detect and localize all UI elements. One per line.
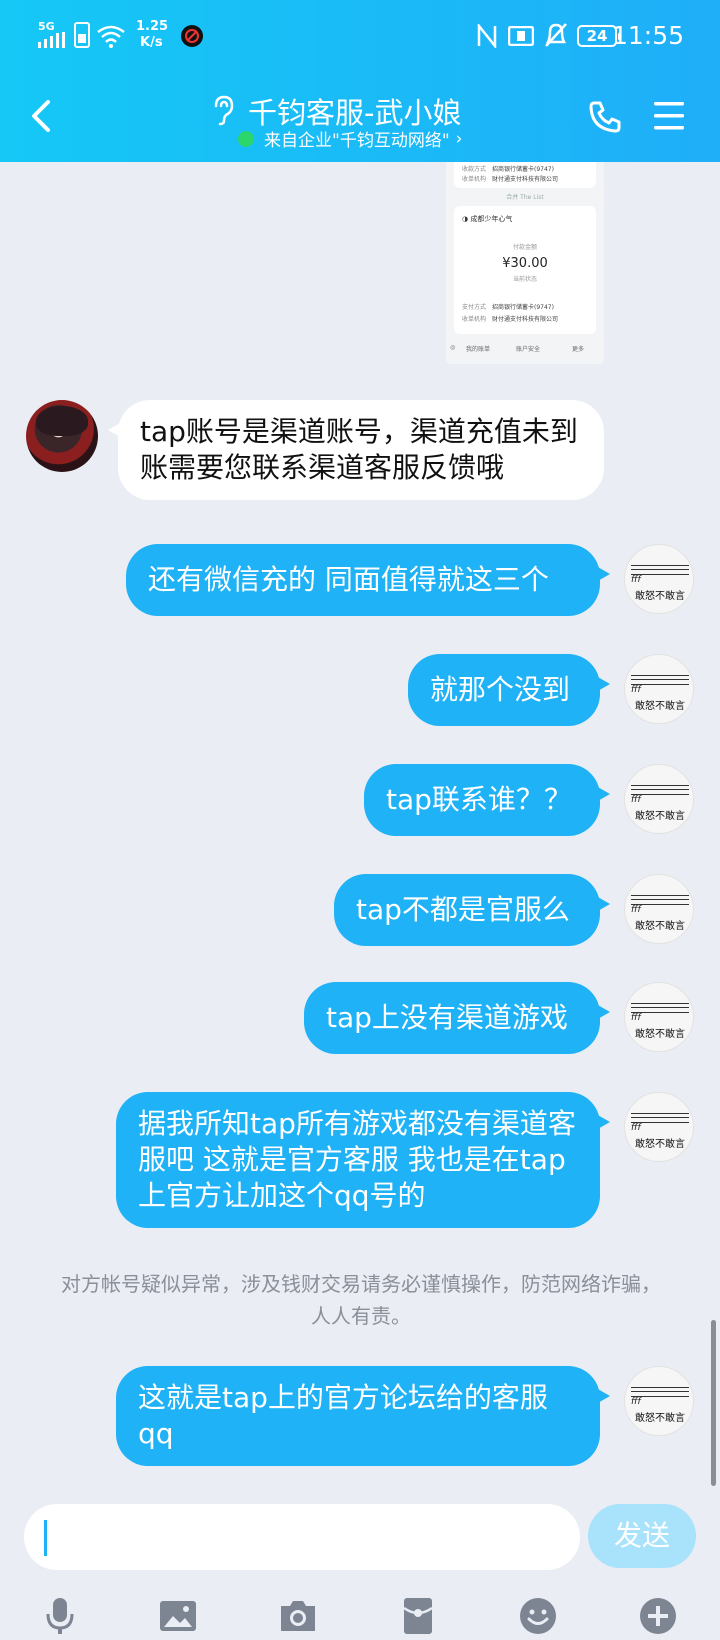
chevron-right-icon: › [455, 128, 463, 149]
red-packet-icon[interactable] [398, 1596, 438, 1636]
signal-icon [38, 32, 65, 48]
self-avatar[interactable]: fff 敢怒不敢言 [624, 874, 694, 944]
avatar-staff-lines [631, 1003, 689, 1013]
chat-scrollbar[interactable] [711, 1320, 716, 1486]
avatar-staff-lines [631, 675, 689, 685]
status-bar: 5G 1.25 K/s 24 11:55 [0, 0, 720, 70]
nfc-icon [477, 24, 497, 48]
camera-icon[interactable] [278, 1596, 318, 1636]
self-avatar[interactable]: fff 敢怒不敢言 [624, 544, 694, 614]
avatar-text: 敢怒不敢言 [635, 1413, 685, 1424]
avatar-staff-lines [631, 785, 689, 795]
outgoing-message-bubble[interactable]: 还有微信充的 同面值得就这三个 [126, 544, 610, 616]
receipt-paid-label: 付款金额 [512, 244, 537, 251]
text-caret [44, 1520, 47, 1556]
chat-header: 5G 1.25 K/s 24 11:55 千钧客服-武小娘 来自企业"千钧互动网… [0, 0, 720, 162]
outgoing-message-bubble[interactable]: tap上没有渠道游戏 [304, 982, 610, 1054]
emoji-icon[interactable] [518, 1596, 558, 1636]
receipt-amount: ¥30.00 [502, 256, 548, 271]
avatar-text: 敢怒不敢言 [635, 811, 685, 822]
receipt-top-section: 收款方式 招商银行储蓄卡(9747) 收单机构 财付通支付科技有限公司 [454, 162, 596, 188]
self-avatar[interactable]: fff 敢怒不敢言 [624, 654, 694, 724]
self-avatar[interactable]: fff 敢怒不敢言 [624, 982, 694, 1052]
ear-icon [214, 95, 234, 126]
phone-icon[interactable] [588, 100, 622, 134]
self-avatar[interactable]: fff 敢怒不敢言 [624, 1366, 694, 1436]
avatar-mark: fff [631, 1123, 641, 1133]
avatar-staff-lines [631, 565, 689, 575]
avatar-text: 敢怒不敢言 [635, 1139, 685, 1150]
online-status-dot [238, 130, 254, 147]
security-notice: 对方帐号疑似异常，涉及钱财交易请务必谨慎操作，防范网络诈骗，人人有责。 [61, 1272, 661, 1328]
enterprise-label: 来自企业"千钧互动网络" [264, 131, 450, 151]
outgoing-message-bubble[interactable]: 这就是tap上的官方论坛给的客服qq [116, 1366, 610, 1466]
avatar-text: 敢怒不敢言 [635, 1029, 685, 1040]
avatar-mark: fff [631, 905, 641, 915]
receipt-divider-text: 合并 The List [506, 194, 544, 201]
menu-icon[interactable] [652, 100, 686, 132]
outgoing-message-bubble[interactable]: tap联系谁？？ [364, 764, 610, 836]
receipt-image-message[interactable]: 收款方式 招商银行储蓄卡(9747) 收单机构 财付通支付科技有限公司 合并 The… [446, 162, 604, 364]
avatar-text: 敢怒不敢言 [635, 591, 685, 602]
wifi-icon [97, 25, 125, 48]
receipt-bottom-links: ◎ 我的账单 账户安全 更多 [446, 340, 604, 356]
clock: 11:55 [611, 21, 684, 50]
send-button[interactable]: 发送 [588, 1504, 696, 1568]
receipt-link: 账户安全 [516, 346, 541, 353]
receipt-card: ◑ 成都少年心气 付款金额 ¥30.00 当前状态 支付方式 招商银行储蓄卡(97… [454, 206, 596, 334]
self-avatar[interactable]: fff 敢怒不敢言 [624, 1092, 694, 1162]
avatar-staff-lines [631, 895, 689, 905]
image-icon[interactable] [158, 1596, 198, 1636]
self-avatar[interactable]: fff 敢怒不敢言 [624, 764, 694, 834]
receipt-link: ◎ [450, 344, 456, 351]
receipt-merchant: ◑ 成都少年心气 [462, 215, 513, 223]
outgoing-message-bubble[interactable]: tap不都是官服么 [334, 874, 610, 946]
back-arrow-icon[interactable] [26, 96, 56, 136]
avatar-mark: fff [631, 1013, 641, 1023]
incoming-message-bubble[interactable]: tap账号是渠道账号，渠道充值未到账需要您联系渠道客服反馈哦 [108, 400, 604, 500]
avatar-text: 敢怒不敢言 [635, 701, 685, 712]
net-speed-unit: K/s [140, 35, 163, 50]
input-bar: 发送 [0, 1490, 720, 1640]
no-disturb-icon [181, 25, 203, 47]
avatar-mark: fff [631, 795, 641, 805]
sim-icon [74, 22, 90, 48]
receipt-top-row: 收单机构 财付通支付科技有限公司 [462, 176, 559, 183]
message-input[interactable] [24, 1504, 580, 1570]
avatar-staff-lines [631, 1387, 689, 1397]
receipt-link: 我的账单 [466, 346, 491, 353]
mic-icon[interactable] [40, 1596, 80, 1636]
avatar-text: 敢怒不敢言 [635, 921, 685, 932]
avatar-mark: fff [631, 685, 641, 695]
contact-avatar[interactable] [26, 400, 98, 472]
outgoing-message-bubble[interactable]: 据我所知tap所有游戏都没有渠道客服吧 这就是官方客服 我也是在tap上官方让加… [116, 1092, 610, 1228]
avatar-staff-lines [631, 1113, 689, 1123]
net-speed-value: 1.25 [136, 19, 169, 34]
receipt-status: 当前状态 [512, 276, 537, 283]
avatar-mark: fff [631, 575, 641, 585]
vibrate-icon [508, 26, 534, 46]
receipt-row: 收单机构 财付通支付科技有限公司 [462, 316, 559, 323]
enterprise-subtitle[interactable]: 来自企业"千钧互动网络" › [238, 126, 462, 151]
mute-bell-icon [545, 23, 567, 47]
receipt-top-row: 收款方式 招商银行储蓄卡(9747) [462, 166, 554, 173]
outgoing-message-bubble[interactable]: 就那个没到 [408, 654, 610, 726]
receipt-row: 支付方式 招商银行储蓄卡(9747) [462, 304, 554, 311]
avatar-mark: fff [631, 1397, 641, 1407]
receipt-link: 更多 [572, 346, 585, 353]
plus-icon[interactable] [638, 1596, 678, 1636]
